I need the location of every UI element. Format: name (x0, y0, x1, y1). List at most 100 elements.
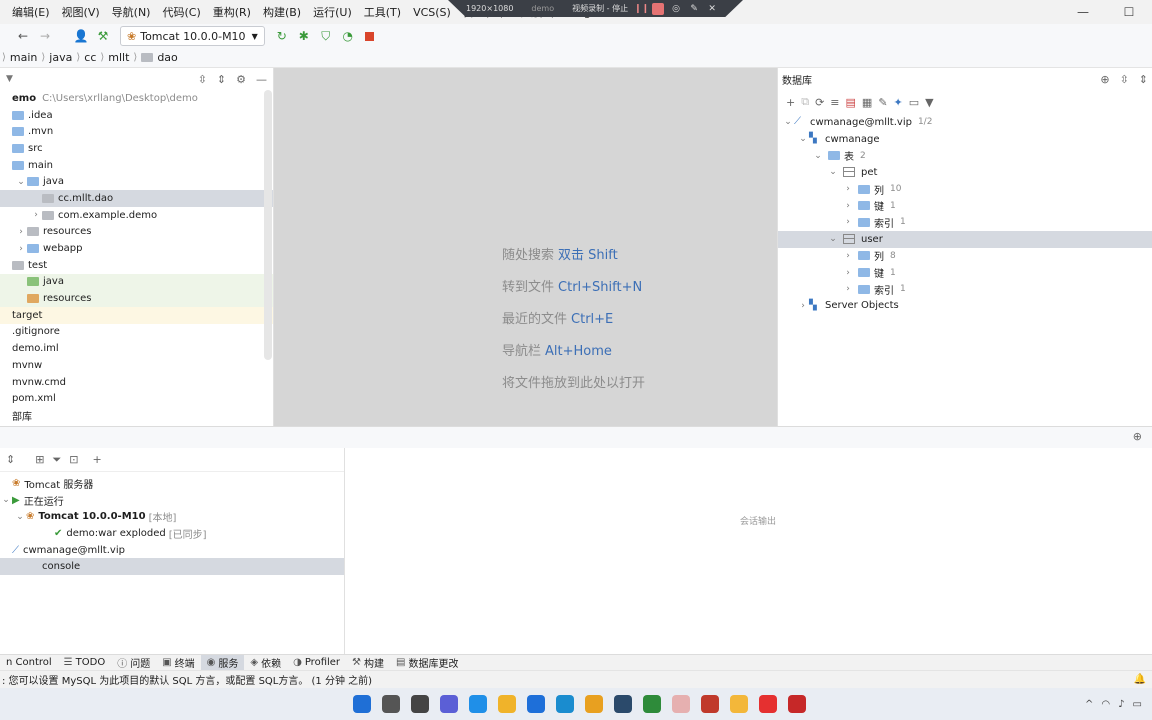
user-icon[interactable]: 👤 (70, 25, 92, 47)
chevron-icon[interactable]: › (842, 284, 854, 294)
taskbar-app-icon[interactable] (700, 695, 719, 713)
taskbar-app-icon[interactable] (787, 695, 806, 713)
service-row[interactable]: ⌄ ▶ 正在运行 (0, 492, 344, 509)
taskbar-app-icon[interactable] (526, 695, 545, 713)
chevron-icon[interactable]: › (15, 244, 27, 254)
breadcrumb-item[interactable]: dao (153, 51, 181, 64)
edit-icon[interactable]: ✎ (878, 96, 887, 109)
refresh-icon[interactable]: ⟳ (815, 96, 824, 109)
camera-icon[interactable]: ◎ (670, 3, 682, 15)
taskbar-app-icon[interactable] (497, 695, 516, 713)
rerun-icon[interactable]: ↻ (271, 25, 293, 47)
taskbar-app-icon[interactable] (439, 695, 458, 713)
stop-icon[interactable] (652, 2, 665, 15)
taskbar-app-icon[interactable] (555, 695, 574, 713)
gear-icon[interactable]: ⚙ (236, 73, 246, 86)
debug-icon[interactable]: ✱ (293, 25, 315, 47)
db-tree-row[interactable]: ⌄ 表 2 (778, 147, 1152, 164)
db-tree-row[interactable]: › 列 8 (778, 248, 1152, 265)
db-tree-row[interactable]: › 列 10 (778, 181, 1152, 198)
tree-row[interactable]: test (0, 257, 273, 274)
taskbar-app-icon[interactable] (381, 695, 400, 713)
expand-all-icon[interactable]: ⇳ (1120, 73, 1129, 86)
chevron-icon[interactable]: › (797, 301, 809, 311)
taskbar-app-icon[interactable] (352, 695, 371, 713)
menu-item[interactable]: 编辑(E) (0, 4, 56, 20)
tree-row[interactable]: main (0, 157, 273, 174)
taskbar-app-icon[interactable] (758, 695, 777, 713)
db-tree-row[interactable]: ⌄ pet (778, 164, 1152, 181)
chevron-icon[interactable]: › (842, 184, 854, 194)
pen-icon[interactable]: ✎ (688, 3, 700, 15)
tree-row[interactable]: › resources (0, 224, 273, 241)
filter-icon[interactable]: ⏷ (52, 453, 61, 467)
breadcrumb-item[interactable]: cc (80, 51, 100, 64)
taskbar-app-icon[interactable] (729, 695, 748, 713)
service-row[interactable]: console (0, 558, 344, 576)
editor-empty-area[interactable]: 随处搜索 双击 Shift 转到文件 Ctrl+Shift+N 最近的文件 Ctrl+E 导… (274, 68, 777, 426)
run-config-select[interactable]: ❀ Tomcat 10.0.0-M10 ▼ (120, 26, 265, 46)
menu-item[interactable]: 运行(U) (307, 4, 358, 20)
menu-item[interactable]: VCS(S) (407, 6, 457, 19)
menu-item[interactable]: 视图(V) (56, 4, 106, 20)
chevron-icon[interactable]: › (842, 217, 854, 227)
tool-window-tab[interactable]: ⚒ 构建 (346, 655, 390, 671)
tool-window-tab[interactable]: ⓘ 问题 (111, 655, 156, 671)
crosshair-icon[interactable]: ⊕ (1133, 430, 1142, 443)
volume-icon[interactable]: ♪ (1118, 699, 1124, 710)
chevron-icon[interactable]: › (842, 251, 854, 261)
tree-row[interactable]: demo.iml (0, 340, 273, 357)
table-icon[interactable]: ▦ (862, 96, 872, 109)
hide-icon[interactable]: — (256, 73, 267, 86)
taskbar-app-icon[interactable] (671, 695, 690, 713)
tree-row[interactable]: cc.mllt.dao (0, 190, 273, 207)
db-tree-row[interactable]: › 索引 1 (778, 281, 1152, 298)
notifications-icon[interactable]: 🔔 (1134, 674, 1146, 685)
tool-window-tab[interactable]: ◉ 服务 (200, 654, 245, 671)
tool-window-tab[interactable]: ◈ 依赖 (244, 655, 287, 671)
chevron-down-icon[interactable]: ▼ (6, 74, 13, 84)
chevron-icon[interactable]: ⌄ (15, 177, 27, 187)
coverage-icon[interactable]: ⛉ (315, 25, 337, 47)
chevron-icon[interactable]: ⌄ (14, 512, 26, 522)
tree-row[interactable]: .gitignore (0, 324, 273, 341)
service-row[interactable]: ❀ Tomcat 服务器 (0, 475, 344, 492)
chevron-icon[interactable]: ⌄ (827, 234, 839, 244)
tree-row[interactable]: 部库 (0, 407, 273, 424)
menu-item[interactable]: 代码(C) (156, 4, 206, 20)
pause-icon[interactable]: ❙❙ (634, 3, 649, 15)
filter-icon[interactable]: ▼ (925, 96, 933, 109)
close-icon[interactable]: ✕ (706, 3, 718, 15)
tree-row[interactable]: java (0, 273, 273, 291)
tree-row[interactable]: mvnw.cmd (0, 374, 273, 391)
crosshair-icon[interactable]: ⊕ (1100, 73, 1109, 86)
db-tree-row[interactable]: › 键 1 (778, 264, 1152, 281)
battery-icon[interactable]: ▭ (1133, 699, 1142, 710)
service-row[interactable]: ✔ demo:war exploded [已同步] (0, 525, 344, 542)
chevron-icon[interactable]: › (15, 227, 27, 237)
menu-item[interactable]: 重构(R) (207, 4, 257, 20)
stop-icon[interactable]: ▤ (846, 96, 856, 109)
copy-icon[interactable]: ⧉ (801, 95, 809, 109)
tree-row[interactable]: target (0, 306, 273, 324)
taskbar-app-icon[interactable] (642, 695, 661, 713)
tool-window-tab[interactable]: n Control (0, 655, 58, 671)
db-tree-row[interactable]: ⌄ ⟋ cwmanage@mllt.vip 1/2 (778, 114, 1152, 131)
schema-icon[interactable]: ≡ (830, 96, 839, 109)
tree-row[interactable]: src (0, 140, 273, 157)
taskbar-app-icon[interactable] (613, 695, 632, 713)
service-row[interactable]: ⌄ ❀ Tomcat 10.0.0-M10 [本地] (0, 508, 344, 525)
tree-row[interactable]: ⌄ java (0, 173, 273, 190)
chevron-icon[interactable]: ⌄ (812, 151, 824, 161)
chevron-up-icon[interactable]: ^ (1085, 699, 1093, 710)
tree-row[interactable]: pom.xml (0, 390, 273, 407)
tool-window-tab[interactable]: ▣ 终端 (156, 655, 200, 671)
console-icon[interactable]: ▭ (909, 96, 919, 109)
db-tree-row[interactable]: ⌄ ▚ cwmanage (778, 131, 1152, 148)
collapse-all-icon[interactable]: ⇕ (1139, 73, 1148, 86)
tree-row[interactable]: › webapp (0, 240, 273, 257)
tree-row[interactable]: resources (0, 290, 273, 307)
chevron-icon[interactable]: ⌄ (0, 495, 12, 505)
tree-row[interactable]: .idea (0, 107, 273, 124)
taskbar-app-icon[interactable] (410, 695, 429, 713)
